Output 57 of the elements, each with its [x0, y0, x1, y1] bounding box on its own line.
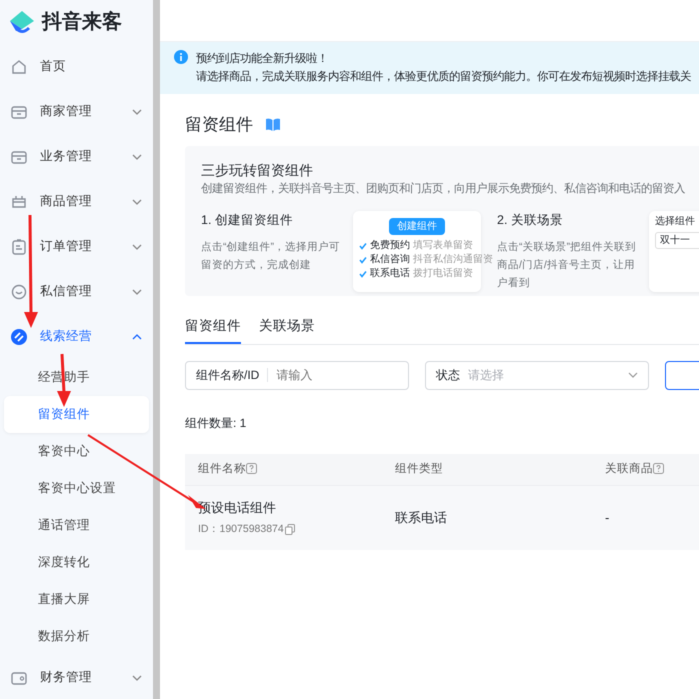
sidebar-item[interactable]: 业务管理: [4, 134, 149, 179]
sidebar-item[interactable]: 线索经营: [4, 314, 149, 359]
sidebar-item[interactable]: 私信管理: [4, 269, 149, 314]
step-text: 点击“创建组件”，选择用户可留资的方式，完成创建: [201, 240, 341, 274]
clipboard-icon: [10, 238, 28, 256]
link-icon: [10, 328, 28, 346]
illustration-hint: 拨打电话留资: [413, 267, 473, 282]
scrollbar[interactable]: [153, 0, 160, 699]
sidebar-item[interactable]: 商品管理: [4, 179, 149, 224]
illustration-label: 免费预约: [370, 239, 410, 254]
column-header: 关联商品: [605, 462, 653, 475]
component-id: ID：19075983874: [198, 522, 284, 537]
page-title: 留资组件: [185, 114, 253, 136]
dropdown-placeholder: 请选择: [468, 367, 505, 384]
field-label: 状态: [436, 367, 460, 384]
sidebar-item[interactable]: 财务管理: [4, 655, 149, 699]
sidebar-subitem[interactable]: 数据分析: [4, 618, 149, 655]
step-title: 2. 关联场景: [497, 212, 564, 230]
sidebar-subitem[interactable]: 客资中心设置: [4, 470, 149, 507]
sidebar-item[interactable]: 订单管理: [4, 224, 149, 269]
illustration-hint: 填写表单留资: [413, 239, 473, 254]
illustration-label: 私信咨询: [370, 253, 410, 268]
tab[interactable]: 关联场景: [259, 316, 315, 344]
step-text: 点击“关联场景”把组件关联到商品/门店/抖音号主页，让用户看到: [497, 240, 637, 292]
illustration-hint: 抖音私信沟通留资: [413, 253, 493, 268]
info-icon: [174, 50, 188, 64]
column-header: 组件名称: [198, 462, 246, 475]
sidebar-item[interactable]: 首页: [4, 44, 149, 89]
guide-title: 三步玩转留资组件: [201, 160, 314, 180]
sidebar-subitem[interactable]: 深度转化: [4, 544, 149, 581]
sidebar-subitem[interactable]: 客资中心: [4, 433, 149, 470]
logo-icon: [8, 9, 36, 35]
column-header: 组件类型: [395, 462, 443, 475]
status-dropdown[interactable]: 状态 请选择: [425, 360, 649, 390]
copy-icon[interactable]: [284, 524, 295, 535]
home-icon: [10, 58, 28, 76]
book-icon[interactable]: [265, 118, 281, 132]
sidebar-item[interactable]: 商家管理: [4, 89, 149, 134]
field-label: 组件名称/ID: [196, 367, 260, 384]
illustration-label: 选择组件: [655, 215, 696, 230]
component-count: 组件数量: 1: [185, 414, 248, 432]
table-cell-text: -: [605, 509, 610, 527]
chat-icon: [10, 282, 28, 300]
guide-subtitle: 创建留资组件，关联抖音号主页、团购页和门店页，向用户展示免费预约、私信咨询和电话的留资入: [201, 181, 686, 196]
sidebar-subitem[interactable]: 留资组件: [4, 396, 149, 433]
name-search-field[interactable]: 组件名称/ID 请输入: [185, 360, 409, 390]
chevron-down-icon: [628, 371, 638, 380]
sidebar-subitem[interactable]: 直播大屏: [4, 581, 149, 618]
logo-text: 抖音来客: [42, 10, 122, 35]
text-input[interactable]: 请输入: [276, 366, 366, 384]
illustration-label: 联系电话: [370, 267, 410, 282]
step-title: 1. 创建留资组件: [201, 212, 294, 230]
notice-title: 预约到店功能全新升级啦！: [196, 51, 329, 67]
sidebar-subitem[interactable]: 通话管理: [4, 507, 149, 544]
notice-text: 请选择商品，完成关联服务内容和组件，体验更优质的留资预约能力。你可在发布短视频时选择挂载关: [196, 69, 691, 85]
table-cell-text: 联系电话: [395, 509, 448, 527]
tab[interactable]: 留资组件: [185, 316, 241, 344]
